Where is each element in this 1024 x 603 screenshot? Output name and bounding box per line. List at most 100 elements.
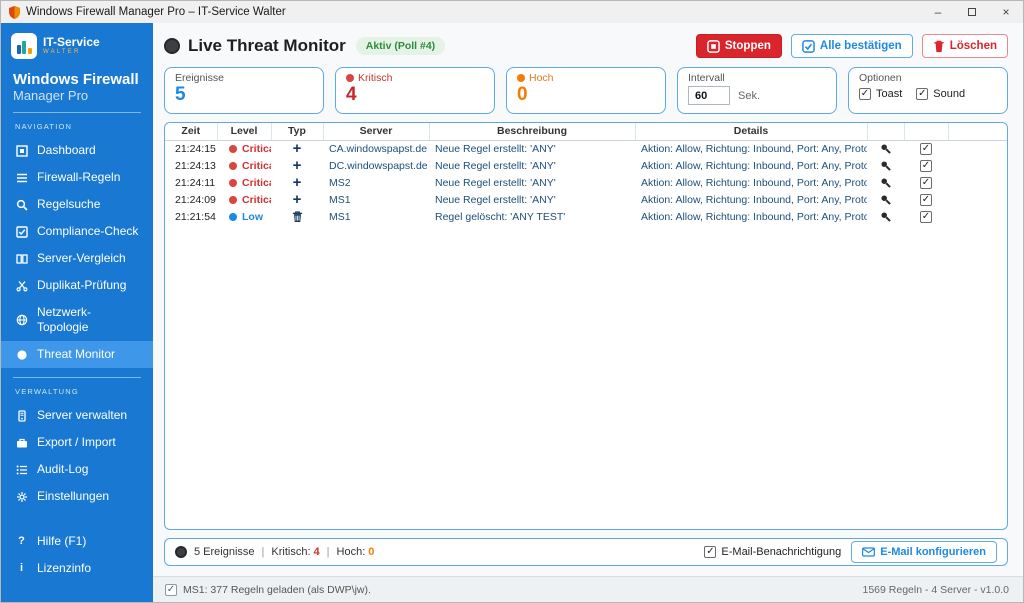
sidebar-item-label: Audit-Log — [37, 462, 88, 477]
nav-section-label: NAVIGATION — [1, 120, 153, 137]
sidebar-item-export-import[interactable]: Export / Import — [1, 429, 153, 456]
events-label: Ereignisse — [175, 72, 224, 84]
sidebar-item-audit-log[interactable]: Audit-Log — [1, 456, 153, 483]
level-label: Critical — [242, 177, 271, 189]
interval-input[interactable] — [688, 86, 730, 105]
level-label: Critical — [242, 160, 271, 172]
dashboard-icon — [15, 145, 28, 157]
sidebar-item-label: Netzwerk-Topologie — [37, 305, 139, 335]
maximize-button[interactable] — [955, 1, 989, 23]
high-dot-icon — [517, 74, 525, 82]
sidebar-item-threat-monitor[interactable]: Threat Monitor — [1, 341, 153, 368]
sidebar-item-label: Hilfe (F1) — [37, 534, 86, 549]
high-card: Hoch 0 — [506, 67, 666, 114]
monitor-status-icon — [164, 38, 180, 54]
scissors-icon — [15, 280, 28, 292]
minimize-button[interactable]: – — [921, 1, 955, 23]
events-value: 5 — [175, 84, 313, 106]
sidebar-item-server-vergleich[interactable]: Server-Vergleich — [1, 245, 153, 272]
acknowledge-checkbox[interactable] — [920, 211, 932, 223]
stop-button-label: Stoppen — [725, 40, 771, 52]
critical-summary-value: 4 — [314, 546, 320, 558]
compare-icon — [15, 253, 28, 265]
sidebar-item-label: Regelsuche — [37, 197, 100, 212]
sidebar-item-netzwerk-topologie[interactable]: Netzwerk-Topologie — [1, 299, 153, 341]
close-button[interactable]: × — [989, 1, 1023, 23]
stop-button[interactable]: Stoppen — [696, 34, 782, 58]
sidebar-item-label: Lizenzinfo — [37, 561, 91, 576]
sidebar-item-lizenzinfo[interactable]: i Lizenzinfo — [1, 555, 153, 582]
checkbox-checked-icon — [859, 88, 871, 100]
sidebar-item-dashboard[interactable]: Dashboard — [1, 137, 153, 164]
interval-card: Intervall Sek. — [677, 67, 837, 114]
acknowledge-checkbox[interactable] — [920, 143, 932, 155]
checkbox-checked-icon — [704, 546, 716, 558]
confirm-all-button[interactable]: Alle bestätigen — [791, 34, 913, 58]
configure-email-button[interactable]: E-Mail konfigurieren — [851, 541, 997, 563]
statusbar-right-text: 1569 Regeln - 4 Server - v1.0.0 — [863, 584, 1010, 596]
sidebar-item-label: Export / Import — [37, 435, 116, 450]
help-icon: ? — [15, 534, 28, 549]
acknowledge-checkbox[interactable] — [920, 177, 932, 189]
log-lines-icon — [15, 464, 28, 476]
page-title: Live Threat Monitor — [188, 36, 346, 56]
inspect-magnifier-icon[interactable] — [880, 177, 891, 188]
options-card: Optionen Toast Sound — [848, 67, 1008, 114]
inspect-magnifier-icon[interactable] — [880, 143, 891, 154]
sound-label: Sound — [933, 88, 965, 100]
sidebar-item-einstellungen[interactable]: Einstellungen — [1, 483, 153, 510]
email-notification-label: E-Mail-Benachrichtigung — [721, 546, 841, 558]
sidebar-item-duplikat-pruefung[interactable]: Duplikat-Prüfung — [1, 272, 153, 299]
titlebar: Windows Firewall Manager Pro – IT-Servic… — [1, 1, 1023, 23]
sidebar-item-server-verwalten[interactable]: Server verwalten — [1, 402, 153, 429]
event-details: Aktion: Allow, Richtung: Inbound, Port: … — [635, 191, 867, 208]
status-check-icon — [165, 584, 177, 596]
event-details: Aktion: Allow, Richtung: Inbound, Port: … — [635, 140, 867, 157]
event-server: DC.windowspapst.de — [323, 157, 429, 174]
level-dot-icon — [229, 179, 237, 187]
status-badge: Aktiv (Poll #4) — [356, 37, 445, 55]
trash-icon — [933, 40, 945, 53]
search-icon — [15, 199, 28, 211]
logo-title: IT-Service — [43, 36, 100, 48]
event-server: CA.windowspapst.de — [323, 140, 429, 157]
col-server: Server — [323, 123, 429, 140]
statusbar: MS1: 377 Regeln geladen (als DWP\jw). 15… — [153, 576, 1023, 602]
event-time: 21:21:54 — [165, 208, 217, 225]
high-summary-value: 0 — [368, 546, 374, 558]
stats-row: Ereignisse 5 Kritisch 4 Hoch 0 Intervall — [164, 67, 1008, 114]
acknowledge-checkbox[interactable] — [920, 194, 932, 206]
table-row: 21:21:54 Low MS1 Regel gelöscht: 'ANY TE… — [165, 208, 1007, 225]
acknowledge-checkbox[interactable] — [920, 160, 932, 172]
critical-card: Kritisch 4 — [335, 67, 495, 114]
sidebar-item-hilfe[interactable]: ? Hilfe (F1) — [1, 528, 153, 555]
event-time: 21:24:09 — [165, 191, 217, 208]
stop-icon — [707, 40, 720, 53]
inspect-magnifier-icon[interactable] — [880, 160, 891, 171]
sidebar-item-firewall-regeln[interactable]: Firewall-Regeln — [1, 164, 153, 191]
sidebar-item-compliance-check[interactable]: Compliance-Check — [1, 218, 153, 245]
event-server: MS1 — [323, 191, 429, 208]
toast-label: Toast — [876, 88, 902, 100]
confirm-all-button-label: Alle bestätigen — [820, 40, 902, 52]
sidebar-item-label: Compliance-Check — [37, 224, 138, 239]
configure-email-label: E-Mail konfigurieren — [880, 546, 986, 558]
logo: IT-Service WALTER — [1, 23, 153, 63]
sidebar-item-label: Einstellungen — [37, 489, 109, 504]
sidebar-item-regelsuche[interactable]: Regelsuche — [1, 191, 153, 218]
window-title: Windows Firewall Manager Pro – IT-Servic… — [26, 6, 286, 18]
delete-button[interactable]: Löschen — [922, 34, 1008, 58]
critical-dot-icon — [346, 74, 354, 82]
inspect-magnifier-icon[interactable] — [880, 211, 891, 222]
sound-checkbox[interactable]: Sound — [916, 88, 965, 100]
events-card: Ereignisse 5 — [164, 67, 324, 114]
critical-value: 4 — [346, 84, 484, 106]
sidebar-item-label: Dashboard — [37, 143, 96, 158]
email-notification-checkbox[interactable]: E-Mail-Benachrichtigung — [704, 546, 841, 558]
inspect-magnifier-icon[interactable] — [880, 194, 891, 205]
app-title: Windows Firewall — [1, 63, 153, 88]
divider — [13, 377, 141, 378]
app-subtitle: Manager Pro — [1, 88, 153, 103]
toast-checkbox[interactable]: Toast — [859, 88, 902, 100]
event-time: 21:24:15 — [165, 140, 217, 157]
